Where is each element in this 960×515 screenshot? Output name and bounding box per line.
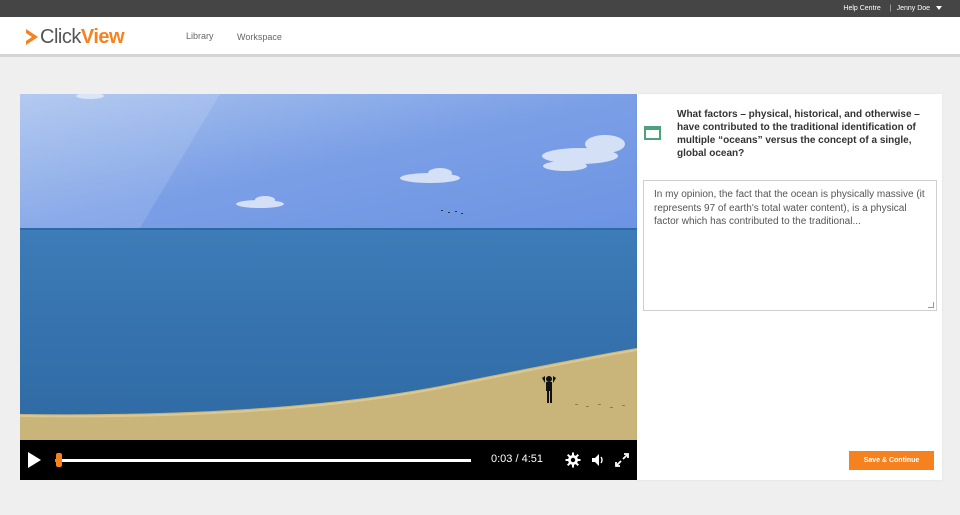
volume-icon[interactable] [590, 452, 606, 468]
answer-textarea[interactable]: In my opinion, the fact that the ocean i… [643, 180, 937, 311]
logo-chevron-icon [26, 29, 38, 45]
chevron-down-icon [936, 6, 942, 10]
top-utility-bar: Help Centre | Jenny Doe [0, 0, 960, 17]
progress-track[interactable] [55, 459, 471, 462]
question-window-icon [644, 126, 661, 140]
video-frame[interactable] [20, 94, 637, 440]
nav-library-link[interactable]: Library [186, 31, 214, 41]
logo-text-view: View [80, 25, 125, 48]
save-continue-button[interactable]: Save & Continue [849, 451, 934, 470]
video-player[interactable]: 0:03 / 4:51 [20, 94, 637, 480]
scrub-handle[interactable] [56, 453, 62, 467]
top-utility-links: Help Centre | Jenny Doe [843, 0, 942, 17]
time-display: 0:03 / 4:51 [491, 453, 543, 465]
play-icon[interactable] [28, 452, 41, 468]
answer-text: In my opinion, the fact that the ocean i… [654, 189, 925, 227]
topbar-separator: | [889, 5, 892, 12]
user-menu[interactable]: Jenny Doe [897, 5, 942, 12]
gear-icon[interactable] [565, 452, 581, 468]
logo-text-click: Click [40, 25, 81, 48]
nav-workspace-link[interactable]: Workspace [237, 32, 282, 42]
main-navbar: Click View Library Workspace [0, 17, 960, 57]
player-controls: 0:03 / 4:51 [20, 440, 637, 480]
resize-grip-icon[interactable] [928, 302, 934, 308]
question-text: What factors – physical, historical, and… [677, 109, 920, 159]
clickview-logo[interactable]: Click View [26, 25, 125, 48]
fullscreen-icon[interactable] [614, 452, 630, 468]
user-name: Jenny Doe [896, 5, 931, 12]
question-panel: What factors – physical, historical, and… [637, 94, 942, 480]
help-centre-link[interactable]: Help Centre [843, 5, 880, 12]
